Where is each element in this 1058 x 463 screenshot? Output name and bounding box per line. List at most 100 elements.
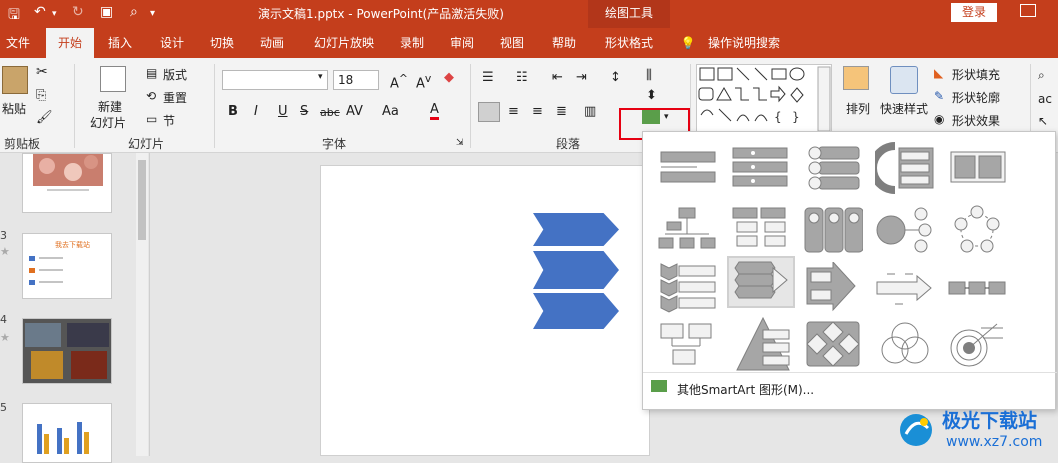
smartart-vertical-bullet-list[interactable]: [729, 142, 789, 194]
bold-icon[interactable]: B: [228, 104, 238, 119]
copy-icon[interactable]: ⎘: [36, 88, 46, 103]
decrease-font-icon[interactable]: Av: [416, 72, 431, 91]
smartart-organization-chart[interactable]: [657, 204, 717, 256]
chevron-shape-1[interactable]: [533, 213, 619, 246]
smartart-picture-list[interactable]: [803, 204, 864, 256]
bullets-icon[interactable]: ☰: [482, 70, 494, 85]
text-direction-icon[interactable]: ⫼: [646, 68, 652, 83]
shape-outline-button[interactable]: 形状轮廓: [952, 89, 1000, 106]
smartart-basic-block-list[interactable]: [657, 142, 717, 194]
font-size-combo[interactable]: 18: [333, 70, 379, 90]
tab-view[interactable]: 视图: [492, 28, 532, 58]
section-button[interactable]: 节: [163, 112, 175, 129]
chevron-shape-3[interactable]: [533, 293, 619, 329]
dialog-launcher-icon[interactable]: ⇲: [456, 138, 464, 148]
customize-qat-icon[interactable]: ▾: [150, 8, 155, 19]
smartart-venn[interactable]: [875, 318, 935, 370]
smartart-basic-process[interactable]: [947, 262, 1007, 314]
tab-record[interactable]: 录制: [392, 28, 432, 58]
smartart-vertical-chevron-list[interactable]: [657, 262, 717, 314]
quick-styles-icon[interactable]: [890, 66, 918, 94]
select-icon[interactable]: ↖: [1038, 114, 1048, 128]
tab-help[interactable]: 帮助: [544, 28, 584, 58]
smartart-gallery-dropdown[interactable]: 其他SmartArt 图形(M)...: [642, 131, 1057, 410]
print-preview-icon[interactable]: ⌕: [130, 4, 138, 20]
layout-icon[interactable]: ▤: [146, 66, 157, 80]
smartart-matrix[interactable]: [803, 318, 863, 370]
find-icon[interactable]: ⌕: [1038, 68, 1045, 83]
shapes-gallery[interactable]: { }: [696, 64, 832, 134]
tab-home[interactable]: 开始: [46, 28, 94, 58]
redo-icon[interactable]: ↻: [72, 4, 84, 20]
section-icon[interactable]: ▭: [146, 112, 157, 126]
align-center-icon[interactable]: ≡: [508, 104, 519, 119]
more-smartart-graphics-link[interactable]: 其他SmartArt 图形(M)...: [677, 381, 814, 398]
quick-styles-button[interactable]: 快速样式: [880, 100, 928, 117]
increase-indent-icon[interactable]: ⇥: [576, 70, 587, 85]
smartart-basic-chevron-process[interactable]: [803, 260, 863, 314]
smartart-process-arrows[interactable]: [875, 262, 935, 314]
smartart-target[interactable]: [947, 318, 1007, 370]
chevron-down-icon[interactable]: ▾: [318, 72, 323, 82]
shape-effects-button[interactable]: 形状效果: [952, 112, 1000, 129]
decrease-indent-icon[interactable]: ⇤: [552, 70, 563, 85]
shape-fill-button[interactable]: 形状填充: [952, 66, 1000, 83]
chevron-shape-2[interactable]: [533, 251, 619, 289]
font-color-icon[interactable]: A: [430, 102, 439, 120]
slide-canvas[interactable]: [320, 165, 650, 456]
tab-slideshow[interactable]: 幻灯片放映: [306, 28, 382, 58]
arrange-icon[interactable]: [843, 66, 869, 90]
slide-thumbnail-pane[interactable]: 3 ★ 我去下载站 4 ★ 5: [0, 153, 150, 463]
slide-thumbnail-4[interactable]: [22, 318, 112, 384]
smartart-vertical-circle-list[interactable]: [803, 142, 863, 194]
shape-effects-icon[interactable]: ◉: [934, 112, 944, 126]
arrange-button[interactable]: 排列: [846, 100, 870, 117]
strikethrough-icon[interactable]: abc: [320, 106, 340, 119]
new-slide-icon[interactable]: [100, 66, 126, 92]
tab-file[interactable]: 文件: [0, 28, 36, 58]
reset-button[interactable]: 重置: [163, 89, 187, 106]
replace-icon[interactable]: ac: [1038, 92, 1052, 106]
login-button[interactable]: 登录: [951, 3, 997, 22]
change-case-icon[interactable]: Aa: [382, 104, 399, 119]
smartart-picture-caption[interactable]: [657, 322, 717, 374]
shape-fill-icon[interactable]: ◣: [934, 66, 943, 80]
slide-thumbnail-5[interactable]: [22, 403, 112, 463]
increase-font-icon[interactable]: A^: [390, 72, 408, 91]
tab-insert[interactable]: 插入: [100, 28, 140, 58]
smartart-tab-list[interactable]: [947, 142, 1007, 194]
tab-transitions[interactable]: 切换: [202, 28, 242, 58]
columns-icon[interactable]: ▥: [584, 104, 596, 119]
shape-outline-icon[interactable]: ✎: [934, 89, 944, 103]
shadow-icon[interactable]: S: [300, 104, 308, 119]
numbering-icon[interactable]: ☷: [516, 70, 528, 85]
save-icon[interactable]: 🖫: [8, 4, 20, 28]
smartart-stacked-list[interactable]: [869, 142, 935, 194]
clear-formatting-icon[interactable]: ◆: [444, 70, 454, 85]
tab-shape-format[interactable]: 形状格式: [596, 28, 662, 58]
layout-button[interactable]: 版式: [163, 66, 187, 83]
undo-dropdown-icon[interactable]: ▾: [52, 9, 57, 19]
format-painter-icon[interactable]: 🖌: [36, 110, 53, 125]
reset-icon[interactable]: ⟲: [146, 89, 156, 103]
italic-icon[interactable]: I: [254, 104, 258, 119]
tell-me-search[interactable]: 操作说明搜索: [702, 28, 786, 58]
slide-thumbnail-2[interactable]: [22, 153, 112, 213]
paste-button-label[interactable]: 粘贴: [2, 100, 26, 117]
align-right-icon[interactable]: ≡: [532, 104, 543, 119]
paste-icon[interactable]: [2, 66, 28, 94]
font-name-combo[interactable]: [222, 70, 328, 90]
new-slide-label-1[interactable]: 新建: [98, 98, 122, 115]
slide-thumbnail-3[interactable]: 我去下载站: [22, 233, 112, 299]
align-left-icon[interactable]: [478, 102, 500, 122]
smartart-pyramid-list[interactable]: [733, 316, 793, 374]
scrollbar-thumb[interactable]: [138, 160, 146, 240]
char-spacing-icon[interactable]: AV: [346, 104, 363, 119]
ribbon-display-options-icon[interactable]: [1020, 4, 1036, 17]
smartart-selected-arrow-list[interactable]: [727, 256, 795, 308]
underline-icon[interactable]: U: [278, 104, 288, 119]
cut-icon[interactable]: ✂: [36, 64, 48, 80]
line-spacing-icon[interactable]: ↕: [610, 70, 621, 85]
present-from-start-icon[interactable]: ▣: [100, 4, 113, 20]
smartart-hierarchy-list[interactable]: [729, 204, 789, 256]
